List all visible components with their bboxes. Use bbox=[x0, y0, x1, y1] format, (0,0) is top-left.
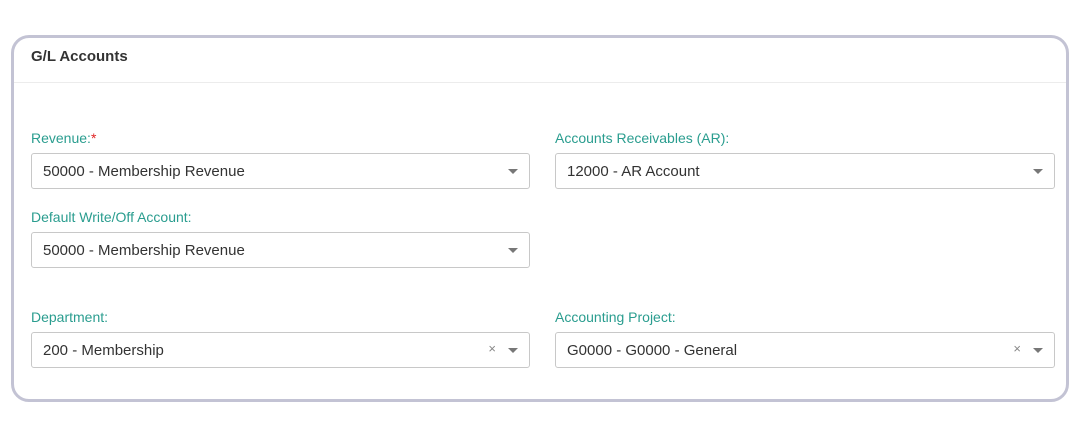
project-select[interactable]: G0000 - G0000 - General × bbox=[555, 332, 1055, 368]
chevron-down-icon[interactable] bbox=[508, 248, 518, 253]
close-icon[interactable]: × bbox=[488, 341, 496, 357]
card-header: G/L Accounts bbox=[14, 38, 1066, 83]
revenue-label: Revenue:* bbox=[31, 130, 96, 146]
chevron-down-icon[interactable] bbox=[1033, 348, 1043, 353]
writeoff-select[interactable]: 50000 - Membership Revenue bbox=[31, 232, 530, 268]
ar-label: Accounts Receivables (AR): bbox=[555, 130, 730, 146]
project-select-value: G0000 - G0000 - General bbox=[567, 342, 738, 359]
revenue-label-text: Revenue: bbox=[31, 130, 91, 146]
department-select[interactable]: 200 - Membership × bbox=[31, 332, 530, 368]
chevron-down-icon[interactable] bbox=[508, 169, 518, 174]
required-marker: * bbox=[90, 130, 97, 146]
ar-select[interactable]: 12000 - AR Account bbox=[555, 153, 1055, 189]
gl-accounts-card: G/L Accounts Revenue:* 50000 - Membershi… bbox=[11, 35, 1069, 402]
card-title: G/L Accounts bbox=[31, 48, 128, 65]
chevron-down-icon[interactable] bbox=[508, 348, 518, 353]
ar-select-value: 12000 - AR Account bbox=[567, 163, 700, 180]
chevron-down-icon[interactable] bbox=[1033, 169, 1043, 174]
department-label: Department: bbox=[31, 309, 109, 325]
revenue-select[interactable]: 50000 - Membership Revenue bbox=[31, 153, 530, 189]
close-icon[interactable]: × bbox=[1013, 341, 1021, 357]
writeoff-select-value: 50000 - Membership Revenue bbox=[43, 242, 245, 259]
project-label: Accounting Project: bbox=[555, 309, 676, 325]
revenue-select-value: 50000 - Membership Revenue bbox=[43, 163, 245, 180]
department-select-value: 200 - Membership bbox=[43, 342, 164, 359]
writeoff-label: Default Write/Off Account: bbox=[31, 209, 192, 225]
